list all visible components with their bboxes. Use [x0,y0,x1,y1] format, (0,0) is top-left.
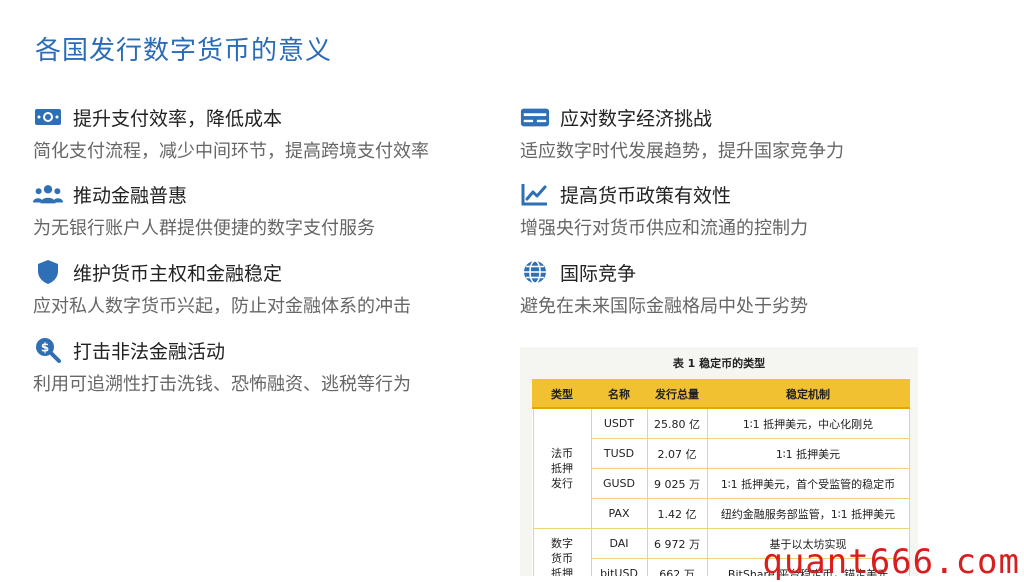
benefit-heading: 维护货币主权和金融稳定 [73,262,283,285]
type-label: 数字 货币 抵押 [551,537,573,576]
table-cell: TUSD [590,438,648,469]
globe-icon [520,259,550,285]
table-cell: 1∶1 抵押美元，首个受监管的稳定币 [706,468,910,499]
table-cell: USDT [590,407,648,439]
benefit-item-monetary-policy: 提高货币政策有效性 增强央行对货币供应和流通的控制力 [520,180,990,240]
table-cell: PAX [590,498,648,529]
table-cell-type: 法币 抵押 发行 [532,407,592,529]
benefit-heading: 提升支付效率，降低成本 [73,107,283,130]
benefit-heading: 打击非法金融活动 [73,340,226,363]
table-cell-type: 数字 货币 抵押 [532,528,592,576]
table-header-supply: 发行总量 [646,379,708,409]
benefit-item-international-competition: 国际竞争 避免在未来国际金融格局中处于劣势 [520,258,990,318]
table-cell: 9 025 万 [646,468,708,499]
benefit-description: 增强央行对货币供应和流通的控制力 [520,218,808,239]
benefit-description: 简化支付流程，减少中间环节，提高跨境支付效率 [33,141,429,162]
table-cell: 1.42 亿 [646,498,708,529]
table-cell: bitUSD [590,558,648,576]
table-cell: 纽约金融服务部监管，1∶1 抵押美元 [706,498,910,529]
benefit-heading: 提高货币政策有效性 [560,184,732,207]
table-header-mechanism: 稳定机制 [706,379,910,409]
benefit-item-financial-inclusion: 推动金融普惠 为无银行账户人群提供便捷的数字支付服务 [33,180,503,240]
benefit-heading: 国际竞争 [560,262,637,285]
benefit-heading: 推动金融普惠 [73,184,188,207]
shield-icon [33,259,63,285]
table-cell: 6 972 万 [646,528,708,559]
watermark-text: quant666.com [762,542,1020,582]
benefit-description: 避免在未来国际金融格局中处于劣势 [520,296,808,317]
page-title: 各国发行数字货币的意义 [35,36,333,66]
card-icon [520,104,550,130]
benefit-item-payment-efficiency: 提升支付效率，降低成本 简化支付流程，减少中间环节，提高跨境支付效率 [33,103,503,163]
benefit-description: 应对私人数字货币兴起，防止对金融体系的冲击 [33,296,411,317]
benefit-description: 适应数字时代发展趋势，提升国家竞争力 [520,141,844,162]
table-cell: GUSD [590,468,648,499]
benefit-heading: 应对数字经济挑战 [560,107,713,130]
table-cell: 662 万 [646,558,708,576]
table-cell: 2.07 亿 [646,438,708,469]
table-cell: DAI [590,528,648,559]
table-caption: 表 1 稳定币的类型 [672,357,766,370]
type-label: 法币 抵押 发行 [551,447,573,490]
benefit-description: 为无银行账户人群提供便捷的数字支付服务 [33,218,375,239]
svg-text:$: $ [41,341,49,355]
money-icon [33,104,63,130]
benefit-item-monetary-sovereignty: 维护货币主权和金融稳定 应对私人数字货币兴起，防止对金融体系的冲击 [33,258,503,318]
table-cell: 1∶1 抵押美元 [706,438,910,469]
table-cell: 25.80 亿 [646,407,708,439]
users-icon [33,181,63,207]
table-cell: 1∶1 抵押美元，中心化刚兑 [706,407,910,439]
table-header-type: 类型 [532,379,592,409]
benefit-item-digital-economy: 应对数字经济挑战 适应数字时代发展趋势，提升国家竞争力 [520,103,990,163]
benefit-description: 利用可追溯性打击洗钱、恐怖融资、逃税等行为 [33,374,411,395]
chart-line-icon [520,181,550,207]
table-header-name: 名称 [590,379,648,409]
search-dollar-icon: $ [33,337,63,363]
table-row: 法币 抵押 发行 USDT 25.80 亿 1∶1 抵押美元，中心化刚兑 [532,407,910,529]
benefit-item-illegal-finance: $ 打击非法金融活动 利用可追溯性打击洗钱、恐怖融资、逃税等行为 [33,336,503,396]
